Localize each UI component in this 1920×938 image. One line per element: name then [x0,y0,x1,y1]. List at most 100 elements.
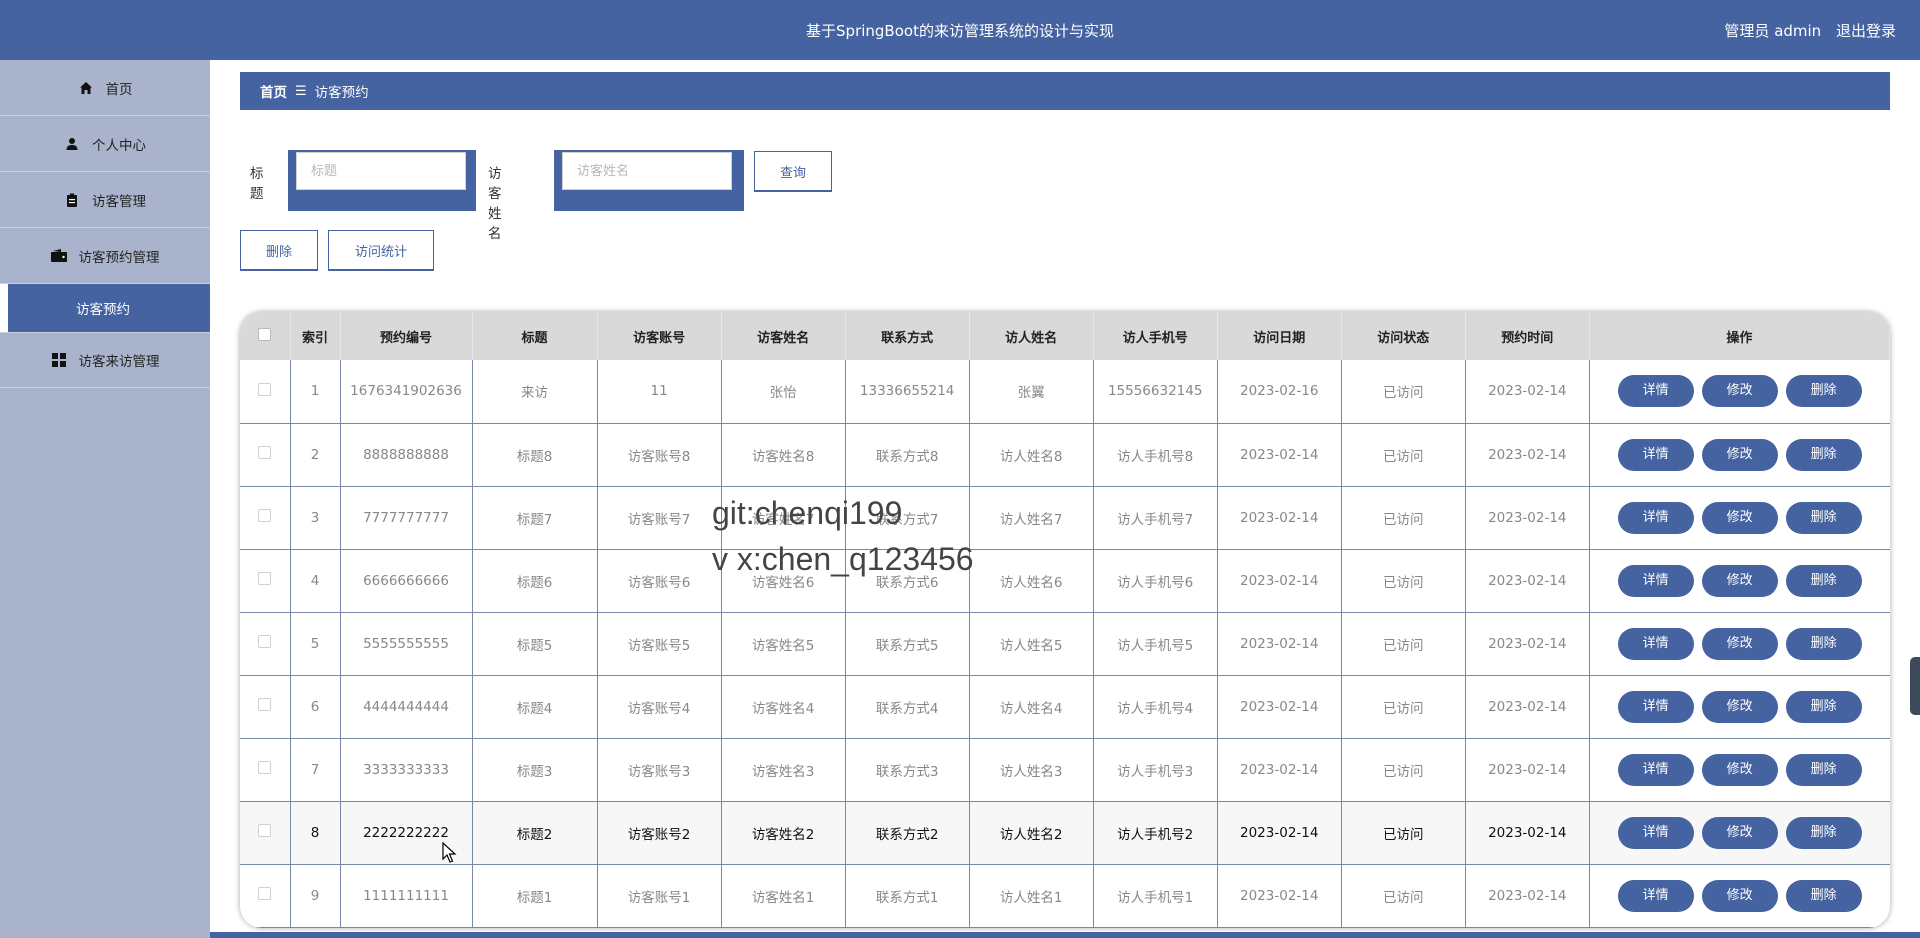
side-panel-handle[interactable] [1910,657,1920,715]
cell-title: 标题5 [472,612,598,676]
edit-button[interactable]: 修改 [1701,438,1778,471]
row-delete-button[interactable]: 删除 [1785,564,1862,597]
cell-name: 访客姓名8 [721,423,846,487]
name-search-box [554,150,744,211]
row-select-cell [240,738,291,802]
cell-date: 2023-02-14 [1217,486,1342,550]
cell-contact: 联系方式3 [845,738,970,802]
row-select-cell [240,675,291,739]
row-delete-button[interactable]: 删除 [1785,438,1862,471]
detail-button[interactable]: 详情 [1617,816,1694,849]
row-checkbox[interactable] [258,446,272,459]
cell-index: 3 [290,486,341,550]
cell-host-phone: 访人手机号5 [1093,612,1218,676]
row-delete-button[interactable]: 删除 [1785,375,1862,408]
name-search-input[interactable] [562,152,732,190]
cell-title: 标题6 [472,549,598,613]
detail-button[interactable]: 详情 [1617,753,1694,786]
edit-button[interactable]: 修改 [1701,501,1778,534]
row-actions: 详情 修改 删除 [1589,864,1890,928]
detail-button[interactable]: 详情 [1617,564,1694,597]
table-row: 8 2222222222 标题2 访客账号2 访客姓名2 联系方式2 访人姓名2 访人手机号2… [240,801,1890,865]
row-delete-button[interactable]: 删除 [1785,690,1862,723]
table-row: 1 1676341902636 来访 11 张怡 13336655214 张翼 1555663… [240,360,1890,424]
sidebar-item-visit-manage[interactable]: 访客来访管理 [0,332,210,388]
edit-button[interactable]: 修改 [1701,564,1778,597]
row-delete-button[interactable]: 删除 [1785,753,1862,786]
row-delete-button[interactable]: 删除 [1785,627,1862,660]
breadcrumb-home[interactable]: 首页 [260,81,287,101]
cell-status: 已访问 [1341,612,1466,676]
select-all-checkbox[interactable] [258,327,272,341]
sidebar-item-home[interactable]: 首页 [0,60,210,116]
visit-stats-button[interactable]: 访问统计 [328,230,434,271]
row-select-cell [240,360,291,424]
cell-index: 9 [290,864,341,928]
row-checkbox[interactable] [258,761,272,774]
cell-contact: 联系方式1 [845,864,970,928]
cell-time: 2023-02-14 [1465,738,1590,802]
column-header: 联系方式 [845,312,970,360]
table-row: 5 5555555555 标题5 访客账号5 访客姓名5 联系方式5 访人姓名5 访人手机号5… [240,612,1890,676]
cell-title: 标题4 [472,675,598,739]
edit-button[interactable]: 修改 [1701,879,1778,912]
cell-name: 访客姓名4 [721,675,846,739]
table-row: 2 8888888888 标题8 访客账号8 访客姓名8 联系方式8 访人姓名8 访人手机号8… [240,423,1890,487]
row-delete-button[interactable]: 删除 [1785,501,1862,534]
cell-title: 标题8 [472,423,598,487]
select-all-header [240,312,291,360]
row-checkbox[interactable] [258,635,272,648]
row-checkbox[interactable] [258,698,272,711]
cell-date: 2023-02-14 [1217,423,1342,487]
sidebar-item-profile[interactable]: 个人中心 [0,116,210,172]
table-row: 4 6666666666 标题6 访客账号6 访客姓名6 联系方式6 访人姓名6 访人手机号6… [240,549,1890,613]
title-search-input[interactable] [296,152,466,190]
cell-status: 已访问 [1341,738,1466,802]
cell-host-phone: 访人手机号2 [1093,801,1218,865]
sidebar-item-label: 访客预约管理 [78,249,160,266]
row-delete-button[interactable]: 删除 [1785,816,1862,849]
column-header: 标题 [472,312,598,360]
detail-button[interactable]: 详情 [1617,627,1694,660]
cell-code: 7777777777 [340,486,473,550]
row-checkbox[interactable] [258,824,272,837]
edit-button[interactable]: 修改 [1701,816,1778,849]
cell-status: 已访问 [1341,864,1466,928]
detail-button[interactable]: 详情 [1617,879,1694,912]
detail-button[interactable]: 详情 [1617,438,1694,471]
cell-host: 张翼 [969,360,1094,424]
delete-button[interactable]: 删除 [240,230,318,271]
row-checkbox[interactable] [258,382,272,396]
cell-code: 3333333333 [340,738,473,802]
edit-button[interactable]: 修改 [1701,627,1778,660]
row-delete-button[interactable]: 删除 [1785,879,1862,912]
edit-button[interactable]: 修改 [1701,375,1778,408]
sidebar: 首页 个人中心 访客管理 访客预约管理 访客预约 访客来访管理 [0,60,210,938]
detail-button[interactable]: 详情 [1617,501,1694,534]
name-search-label: 访客姓名 [488,166,502,242]
row-checkbox[interactable] [258,887,272,900]
detail-button[interactable]: 详情 [1617,375,1694,408]
reservation-table: 索引 预约编号 标题 访客账号 访客姓名 联系方式 访人姓名 访人手机号 访问日… [240,312,1890,928]
cell-host-phone: 访人手机号3 [1093,738,1218,802]
query-button[interactable]: 查询 [754,151,832,192]
sidebar-item-reservation-manage[interactable]: 访客预约管理 [0,228,210,284]
title-search-label: 标题 [250,166,264,202]
cell-contact: 联系方式8 [845,423,970,487]
sidebar-item-reservation[interactable]: 访客预约 [0,284,210,332]
logout-link[interactable]: 退出登录 [1836,22,1896,40]
detail-button[interactable]: 详情 [1617,690,1694,723]
sidebar-item-visitor-manage[interactable]: 访客管理 [0,172,210,228]
row-actions: 详情 修改 删除 [1589,612,1890,676]
cell-host: 访人姓名7 [969,486,1094,550]
row-checkbox[interactable] [258,509,272,522]
user-icon [64,136,80,152]
edit-button[interactable]: 修改 [1701,753,1778,786]
cell-date: 2023-02-14 [1217,612,1342,676]
row-checkbox[interactable] [258,572,272,585]
cell-title: 标题7 [472,486,598,550]
cell-host: 访人姓名4 [969,675,1094,739]
table-row: 9 1111111111 标题1 访客账号1 访客姓名1 联系方式1 访人姓名1 访人手机号1… [240,864,1890,928]
edit-button[interactable]: 修改 [1701,690,1778,723]
cell-date: 2023-02-16 [1217,360,1342,424]
